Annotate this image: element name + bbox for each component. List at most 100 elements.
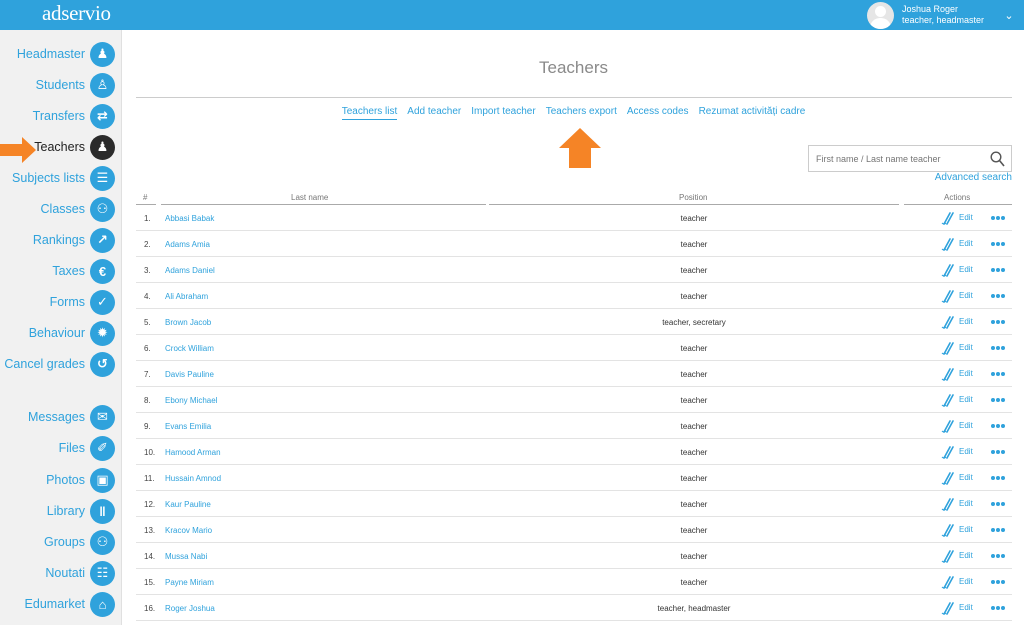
more-options-icon[interactable]: [991, 476, 1005, 480]
pencil-icon[interactable]: [941, 549, 955, 563]
edit-button[interactable]: Edit: [959, 395, 973, 404]
sidebar-item-forms[interactable]: Forms ✓: [50, 289, 115, 315]
edit-button[interactable]: Edit: [959, 473, 973, 482]
advanced-search-link[interactable]: Advanced search: [935, 172, 1012, 183]
edit-button[interactable]: Edit: [959, 265, 973, 274]
sidebar-item-students[interactable]: Students ♙: [36, 72, 115, 98]
sidebar-item-transfers[interactable]: Transfers ⇄: [33, 103, 115, 129]
teacher-name-link[interactable]: Davis Pauline: [165, 370, 214, 379]
edit-button[interactable]: Edit: [959, 213, 973, 222]
sidebar-item-cancel-grades[interactable]: Cancel grades ↺: [4, 351, 115, 377]
pencil-icon[interactable]: [941, 237, 955, 251]
pencil-icon[interactable]: [941, 471, 955, 485]
edit-button[interactable]: Edit: [959, 499, 973, 508]
more-options-icon[interactable]: [991, 398, 1005, 402]
edit-button[interactable]: Edit: [959, 239, 973, 248]
column-header-actions: Actions: [944, 193, 971, 202]
teacher-name-link[interactable]: Ali Abraham: [165, 292, 208, 301]
sidebar-item-label: Noutati: [45, 566, 85, 580]
tab-import-teacher[interactable]: Import teacher: [471, 106, 535, 120]
tab-access-codes[interactable]: Access codes: [627, 106, 689, 120]
teacher-name-link[interactable]: Hamood Arman: [165, 448, 221, 457]
edit-button[interactable]: Edit: [959, 525, 973, 534]
user-avatar[interactable]: [867, 1, 894, 29]
tab-teachers-export[interactable]: Teachers export: [546, 106, 617, 120]
more-options-icon[interactable]: [991, 268, 1005, 272]
user-menu[interactable]: Joshua Roger teacher, headmaster ⌄: [867, 0, 1024, 30]
pencil-icon[interactable]: [941, 315, 955, 329]
more-options-icon[interactable]: [991, 554, 1005, 558]
pencil-icon[interactable]: [941, 393, 955, 407]
tab-rezumat-activități-cadre[interactable]: Rezumat activități cadre: [699, 106, 806, 120]
pencil-icon[interactable]: [941, 445, 955, 459]
sidebar-item-rankings[interactable]: Rankings ↗: [33, 227, 115, 253]
more-options-icon[interactable]: [991, 372, 1005, 376]
edit-button[interactable]: Edit: [959, 317, 973, 326]
sidebar-item-teachers[interactable]: Teachers ♟: [34, 134, 115, 160]
more-options-icon[interactable]: [991, 606, 1005, 610]
teacher-name-link[interactable]: Crock William: [165, 344, 214, 353]
teacher-name-link[interactable]: Kracov Mario: [165, 526, 212, 535]
pencil-icon[interactable]: [941, 523, 955, 537]
more-options-icon[interactable]: [991, 450, 1005, 454]
more-options-icon[interactable]: [991, 502, 1005, 506]
edit-button[interactable]: Edit: [959, 343, 973, 352]
more-options-icon[interactable]: [991, 320, 1005, 324]
pencil-icon[interactable]: [941, 263, 955, 277]
teacher-name-link[interactable]: Evans Emilia: [165, 422, 211, 431]
teacher-name-link[interactable]: Abbasi Babak: [165, 214, 214, 223]
edit-button[interactable]: Edit: [959, 291, 973, 300]
teacher-name-link[interactable]: Hussain Amnod: [165, 474, 221, 483]
sidebar-item-edumarket[interactable]: Edumarket ⌂: [25, 591, 115, 617]
tab-teachers-list[interactable]: Teachers list: [341, 106, 398, 120]
pencil-icon[interactable]: [941, 419, 955, 433]
sidebar-item-behaviour[interactable]: Behaviour ✹: [29, 320, 115, 346]
teacher-name-link[interactable]: Roger Joshua: [165, 604, 215, 613]
sidebar-item-taxes[interactable]: Taxes €: [52, 258, 115, 284]
edit-button[interactable]: Edit: [959, 369, 973, 378]
teacher-name-link[interactable]: Payne Miriam: [165, 578, 214, 587]
sidebar-item-classes[interactable]: Classes ⚇: [41, 196, 115, 222]
edit-button[interactable]: Edit: [959, 603, 973, 612]
user-info[interactable]: Joshua Roger teacher, headmaster: [902, 4, 994, 26]
sidebar-item-messages[interactable]: Messages ✉: [28, 404, 115, 430]
teacher-position: teacher, headmaster: [657, 604, 731, 613]
chevron-down-icon[interactable]: ⌄: [994, 9, 1024, 22]
more-options-icon[interactable]: [991, 424, 1005, 428]
edit-button[interactable]: Edit: [959, 447, 973, 456]
pencil-icon[interactable]: [941, 601, 955, 615]
teacher-name-link[interactable]: Adams Amia: [165, 240, 210, 249]
pencil-icon[interactable]: [941, 575, 955, 589]
more-options-icon[interactable]: [991, 242, 1005, 246]
teacher-name-link[interactable]: Ebony Michael: [165, 396, 217, 405]
more-options-icon[interactable]: [991, 216, 1005, 220]
edit-button[interactable]: Edit: [959, 577, 973, 586]
sidebar-item-noutati[interactable]: Noutati ☷: [45, 560, 115, 586]
tab-add-teacher[interactable]: Add teacher: [407, 106, 461, 120]
teacher-search-input[interactable]: [809, 146, 979, 171]
sidebar-item-library[interactable]: Library ‖: [47, 498, 115, 524]
more-options-icon[interactable]: [991, 580, 1005, 584]
pencil-icon[interactable]: [941, 289, 955, 303]
pencil-icon[interactable]: [941, 497, 955, 511]
sidebar-item-subjects-lists[interactable]: Subjects lists ☰: [12, 165, 115, 191]
more-options-icon[interactable]: [991, 346, 1005, 350]
edit-button[interactable]: Edit: [959, 551, 973, 560]
more-options-icon[interactable]: [991, 528, 1005, 532]
teacher-name-link[interactable]: Mussa Nabi: [165, 552, 207, 561]
more-options-icon[interactable]: [991, 294, 1005, 298]
pencil-icon[interactable]: [941, 211, 955, 225]
teacher-name-link[interactable]: Kaur Pauline: [165, 500, 211, 509]
edit-button[interactable]: Edit: [959, 421, 973, 430]
teacher-name-link[interactable]: Brown Jacob: [165, 318, 211, 327]
teacher-name-link[interactable]: Adams Daniel: [165, 266, 215, 275]
sidebar-item-groups[interactable]: Groups ⚇: [44, 529, 115, 555]
search-icon[interactable]: [990, 151, 1005, 167]
sidebar-item-photos[interactable]: Photos ▣: [46, 467, 115, 493]
pencil-icon[interactable]: [941, 341, 955, 355]
teacher-position: teacher: [680, 448, 708, 457]
pencil-icon[interactable]: [941, 367, 955, 381]
sidebar-item-files[interactable]: Files ✐: [59, 435, 115, 461]
sidebar-item-headmaster[interactable]: Headmaster ♟: [17, 41, 115, 67]
app-logo[interactable]: adservio: [42, 1, 111, 26]
